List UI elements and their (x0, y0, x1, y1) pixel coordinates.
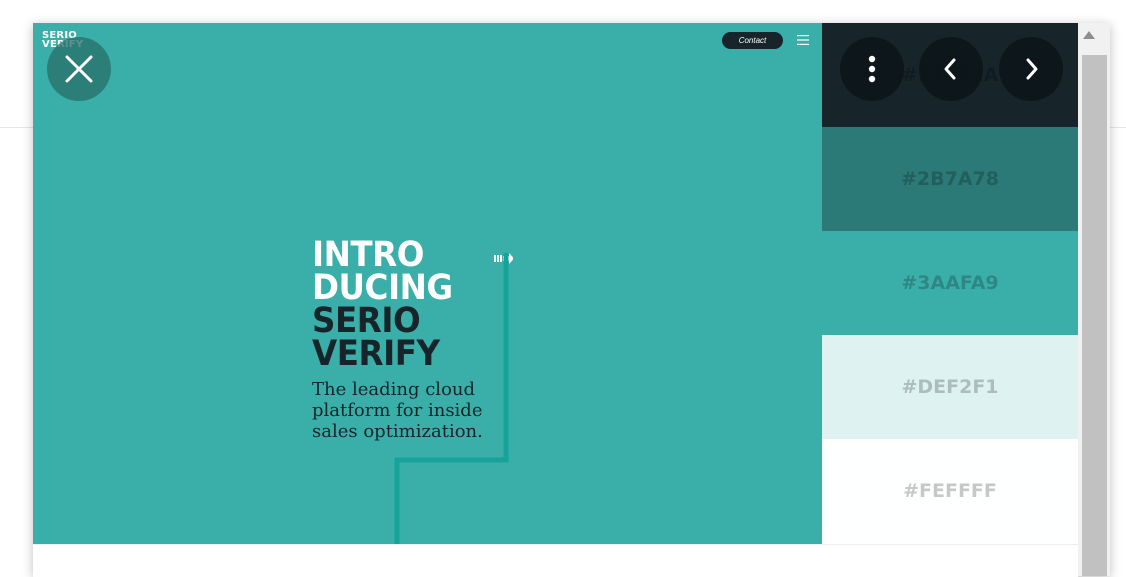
modal-footer-area (33, 544, 1078, 577)
hamburger-icon[interactable] (796, 33, 810, 47)
close-icon (65, 55, 93, 83)
scrollbar-thumb[interactable] (1082, 55, 1107, 576)
swatch-4-hex: #DEF2F1 (901, 376, 999, 398)
more-vertical-icon (868, 55, 876, 83)
chevron-right-icon (1026, 58, 1038, 80)
palette-viewer-modal: SERIO VERIFY Contact INTR (33, 23, 1110, 577)
swatch-3-hex: #3AAFA9 (901, 272, 999, 294)
swatch-3[interactable]: #3AAFA9 (822, 231, 1078, 335)
scroll-up-arrow-icon[interactable] (1083, 31, 1095, 39)
swatch-5-hex: #FEFFFF (903, 480, 997, 502)
hero-tagline: The leading cloud platform for inside sa… (312, 379, 512, 442)
color-palette: #17252A #2B7A78 #3AAFA9 #DEF2F1 #FEFFFF (822, 23, 1078, 544)
tagline-line-2: platform for inside (312, 400, 483, 421)
swatch-2[interactable]: #2B7A78 (822, 127, 1078, 231)
tagline-line-1: The leading cloud (312, 379, 476, 400)
contact-button[interactable]: Contact (722, 32, 783, 49)
swatch-2-hex: #2B7A78 (901, 168, 999, 190)
headline-line-4: VERIFY (312, 334, 440, 374)
tagline-line-3: sales optimization. (312, 421, 483, 442)
swatch-4[interactable]: #DEF2F1 (822, 335, 1078, 439)
hero-headline: INTRO DUCING SERIO VERIFY (312, 238, 453, 374)
website-preview: SERIO VERIFY Contact INTR (33, 23, 822, 544)
previous-button[interactable] (919, 37, 983, 101)
close-button[interactable] (47, 37, 111, 101)
next-button[interactable] (999, 37, 1063, 101)
more-options-button[interactable] (840, 37, 904, 101)
swatch-5[interactable]: #FEFFFF (822, 439, 1078, 543)
chevron-left-icon (944, 58, 956, 80)
